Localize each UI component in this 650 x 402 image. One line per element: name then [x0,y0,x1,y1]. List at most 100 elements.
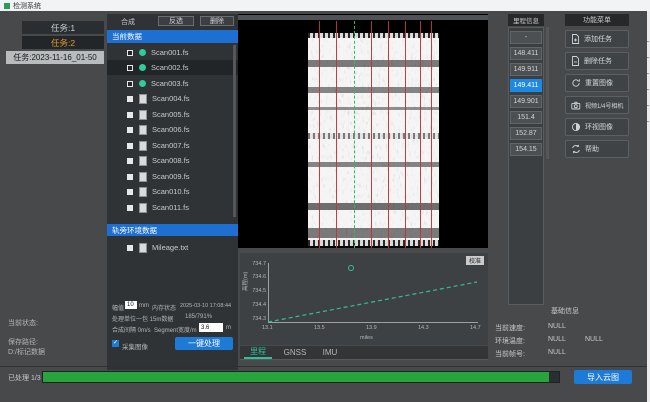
task-1-button[interactable]: 任务:1 [22,21,104,34]
file-checkbox[interactable] [127,205,133,211]
invert-selection-button[interactable]: 反选 [158,16,194,26]
file-panel: 合成 反选 删除 当前数据 Scan001.fs Scan002.fs Scan… [107,14,238,370]
capture-checkbox[interactable]: ✓ [112,340,119,347]
amplitude-unit: mm [139,303,149,309]
file-row[interactable]: Scan006.fs [107,122,238,137]
add-task-button[interactable]: 添加任务 [565,30,629,48]
mileage-item-button[interactable]: 148.411 [510,47,542,60]
reset-view-button[interactable]: 重置图像 [565,74,629,92]
elevation-chart-panel: 校准 734.7 734.6 734.5 734.4 734.3 高程(m) 1… [240,253,488,345]
file-row[interactable]: Scan005.fs [107,107,238,122]
file-row[interactable]: Scan003.fs [107,76,238,91]
edge-mark [647,57,649,58]
file-checkbox[interactable] [127,189,133,195]
info-row-value: NULL [548,349,566,356]
file-checkbox[interactable] [127,81,133,87]
edge-mark [647,73,649,74]
progress-ratio: 185/791% [185,314,212,320]
env-file-row[interactable]: Mileage.txt [107,240,238,255]
mileage-item-button[interactable]: 149.911 [510,63,542,76]
file-list-scrollbar[interactable] [233,45,236,217]
file-row[interactable]: Scan001.fs [107,45,238,60]
file-row[interactable]: Scan011.fs [107,200,238,215]
segment-width-input[interactable]: 3.6 [199,323,223,332]
file-checkbox[interactable] [127,112,133,118]
env-data-header[interactable]: 轨旁环境数据 [107,224,238,236]
file-row[interactable]: Scan007.fs [107,138,238,153]
menu-label: 添加任务 [584,34,612,44]
import-cloud-button[interactable]: 导入云图 [574,370,632,384]
refresh-icon [571,144,581,154]
task-2-button[interactable]: 任务:2 [22,36,104,49]
mileage-item-button[interactable]: 152.87 [510,127,542,140]
delete-button[interactable]: 删除 [200,16,234,26]
file-checkbox[interactable] [127,174,133,180]
mileage-list-scrollbar[interactable] [546,27,549,159]
radar-topbar [238,15,488,20]
green-position-cursor [354,21,355,248]
remove-file-icon [571,56,580,66]
file-icon [139,141,147,151]
red-cursor-line [405,21,406,248]
file-name: Scan008.fs [152,156,190,165]
help-button[interactable]: 帮助 [565,140,629,158]
mileage-item-button[interactable]: 149.901 [510,95,542,108]
mileage-item-button[interactable]: 149.411 [510,79,542,92]
red-cursor-line [371,21,372,248]
reset-view-icon [571,78,581,88]
save-path-label: 保存路径: [8,337,38,347]
amplitude-input[interactable]: 10 [125,301,137,309]
edge-mark [647,121,649,122]
processed-file-icon [139,80,146,87]
file-icon [139,172,147,182]
amplitude-label: 幅值 [112,303,124,312]
process-all-button[interactable]: 一键处理 [175,337,233,350]
current-data-header[interactable]: 当前数据 [107,30,238,43]
task-date-button[interactable]: 任务:2023-11-16_01-50 [6,51,104,64]
merge-label: 合成 [121,17,135,27]
info-row-label: 环境温度: [495,336,525,346]
file-checkbox[interactable] [127,245,133,251]
mileage-item-button[interactable]: - [510,31,542,44]
file-row[interactable]: Scan004.fs [107,91,238,106]
info-panel-header: 基础信息 [490,306,640,316]
file-row[interactable]: Scan010.fs [107,184,238,199]
red-cursor-line [336,21,337,248]
process-unit-label: 处理单位一包 15m数据 [112,314,173,323]
edge-mark [647,41,649,42]
file-name: Scan011.fs [152,203,189,212]
menu-label: 视频1/4号相机 [585,101,623,110]
menu-label: 重置图像 [585,78,613,88]
mileage-item-button[interactable]: 151.4 [510,111,542,124]
save-path-value: D:/标记数据 [8,347,45,357]
bottom-divider [0,366,650,367]
file-checkbox[interactable] [127,65,133,71]
tab-imu[interactable]: IMU [316,346,344,359]
tab-gnss[interactable]: GNSS [278,346,312,359]
window-titlebar: 检测系统 [0,0,650,11]
camera-video-button[interactable]: 视频1/4号相机 [565,96,629,114]
mileage-item-button[interactable]: 154.15 [510,143,542,156]
file-checkbox[interactable] [127,96,133,102]
file-name: Scan007.fs [152,141,190,150]
state-label: 当前状态: [8,318,38,328]
radar-view[interactable] [238,14,488,248]
segment-width-label: Segment宽度/m [154,325,197,334]
file-icon [139,156,147,166]
file-icon [139,94,147,104]
remove-task-button[interactable]: 删除任务 [565,52,629,70]
merge-interval-label: 合成间隔 0m/s [112,325,151,334]
file-checkbox[interactable] [127,127,133,133]
surround-view-button[interactable]: 环视图像 [565,118,629,136]
file-icon [139,203,147,213]
file-row[interactable]: Scan009.fs [107,169,238,184]
edge-mark [647,105,649,106]
file-row[interactable]: Scan002.fs [107,60,238,75]
file-checkbox[interactable] [127,50,133,56]
elevation-line-plot [240,253,488,345]
file-checkbox[interactable] [127,143,133,149]
file-row[interactable]: Scan008.fs [107,153,238,168]
tab-mileage[interactable]: 里程 [244,346,272,359]
file-checkbox[interactable] [127,158,133,164]
menu-label: 环视图像 [585,122,613,132]
